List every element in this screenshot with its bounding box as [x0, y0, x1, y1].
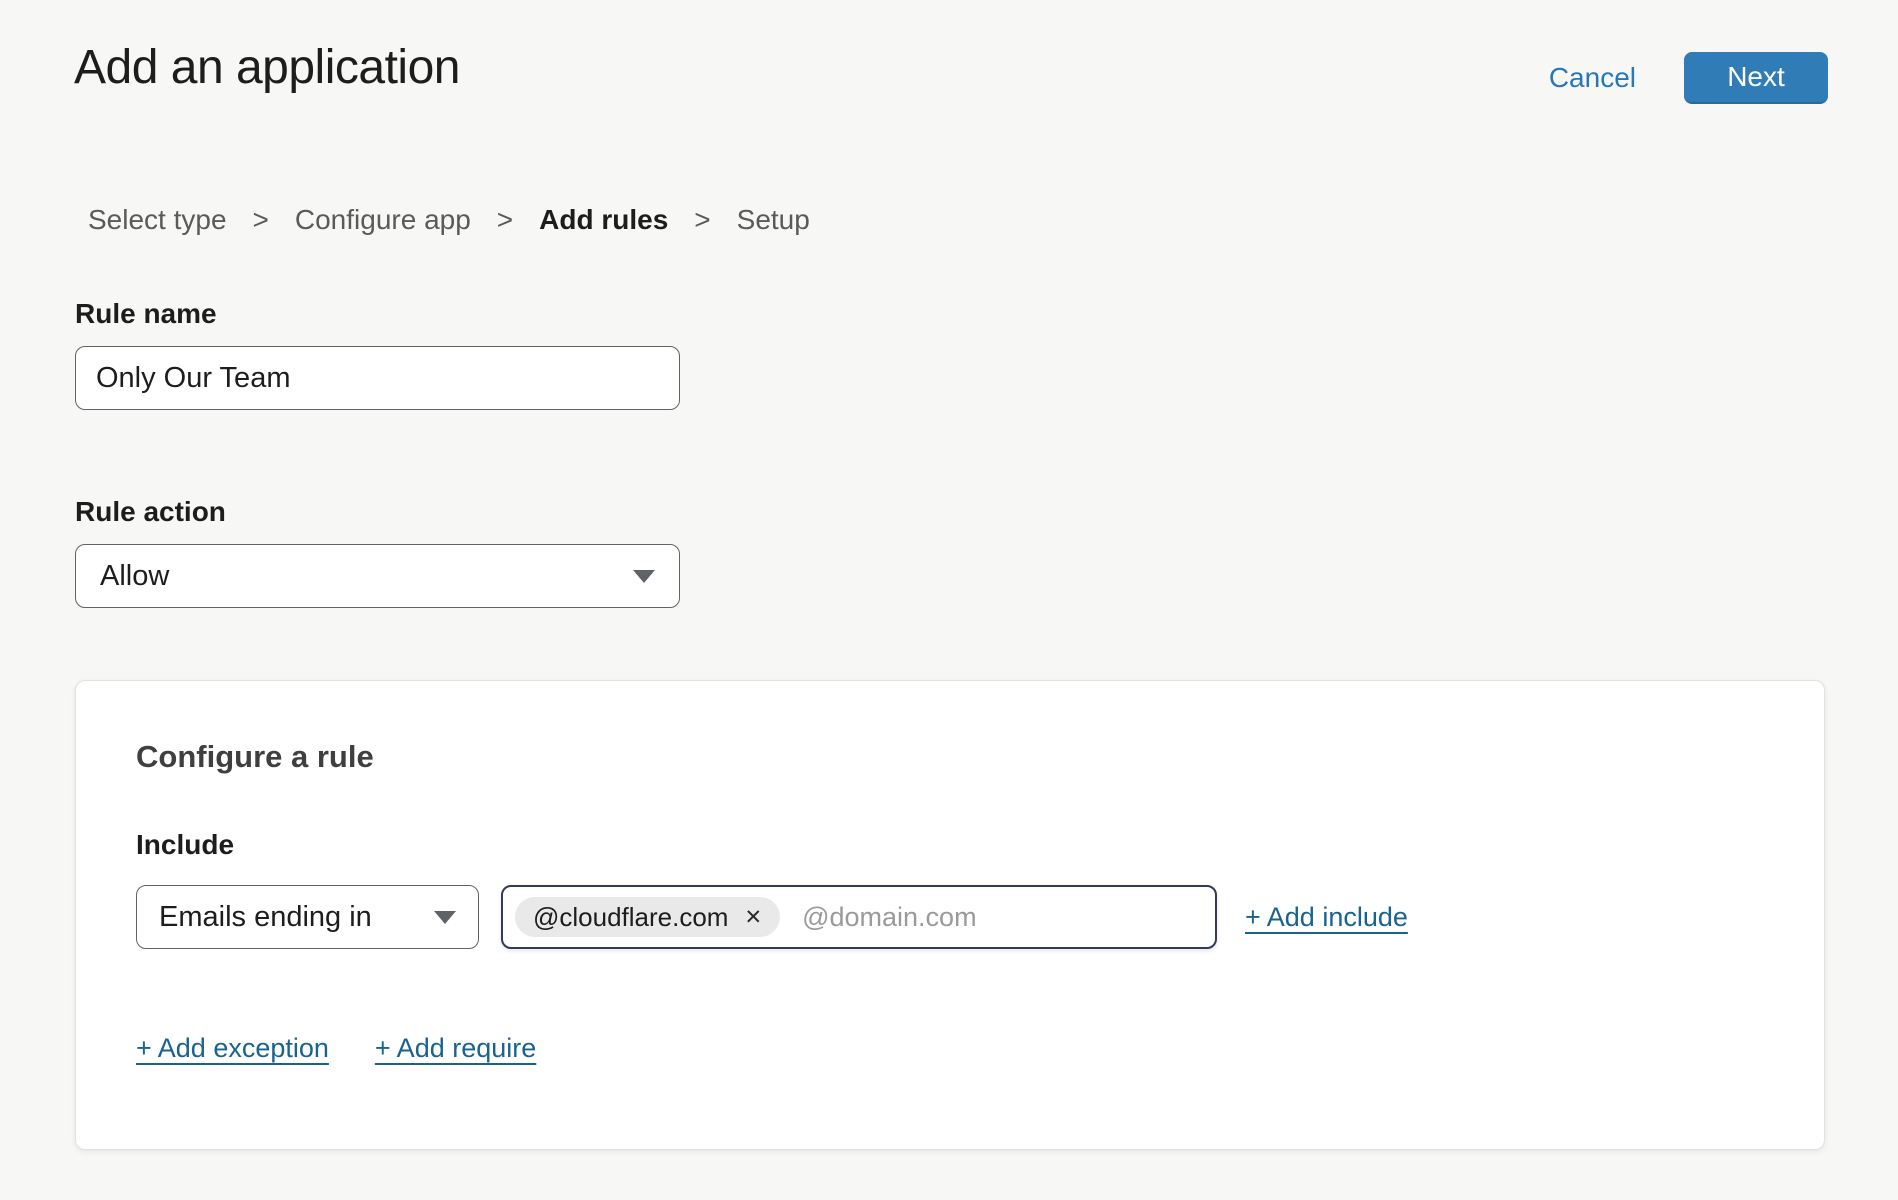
chevron-down-icon: [434, 911, 456, 924]
rule-action-select[interactable]: Allow: [75, 544, 680, 608]
header-actions: Cancel Next: [1549, 52, 1828, 104]
breadcrumb-step-add-rules: Add rules: [539, 204, 668, 236]
breadcrumb-separator: >: [694, 204, 710, 236]
include-selector-value: Emails ending in: [159, 901, 372, 934]
breadcrumb-separator: >: [253, 204, 269, 236]
breadcrumb: Select type > Configure app > Add rules …: [88, 204, 810, 236]
breadcrumb-step-configure-app[interactable]: Configure app: [295, 204, 471, 236]
rule-name-label: Rule name: [75, 298, 217, 330]
page-title: Add an application: [74, 40, 460, 95]
email-domain-tag-input[interactable]: @cloudflare.com ✕: [501, 885, 1217, 949]
add-application-page: Add an application Cancel Next Select ty…: [0, 0, 1898, 1200]
add-exception-link[interactable]: + Add exception: [136, 1033, 329, 1064]
email-domain-tag-label: @cloudflare.com: [533, 902, 728, 933]
include-selector-select[interactable]: Emails ending in: [136, 885, 479, 949]
breadcrumb-step-setup[interactable]: Setup: [737, 204, 810, 236]
add-require-link[interactable]: + Add require: [375, 1033, 536, 1064]
email-domain-tag: @cloudflare.com ✕: [515, 897, 780, 937]
chevron-down-icon: [633, 570, 655, 583]
rule-extra-links: + Add exception + Add require: [136, 1033, 536, 1064]
remove-tag-icon[interactable]: ✕: [744, 907, 762, 928]
rule-name-input[interactable]: [75, 346, 680, 410]
rule-action-label: Rule action: [75, 496, 226, 528]
rule-action-selected-value: Allow: [100, 560, 169, 593]
next-button[interactable]: Next: [1684, 52, 1828, 104]
include-rule-row: Emails ending in @cloudflare.com ✕ + Add…: [136, 885, 1408, 949]
breadcrumb-step-select-type[interactable]: Select type: [88, 204, 227, 236]
cancel-button[interactable]: Cancel: [1549, 62, 1636, 94]
add-include-link[interactable]: + Add include: [1245, 902, 1408, 933]
email-domain-entry-input[interactable]: [802, 902, 1203, 933]
breadcrumb-separator: >: [497, 204, 513, 236]
configure-rule-card: Configure a rule Include Emails ending i…: [75, 680, 1825, 1150]
configure-rule-title: Configure a rule: [136, 739, 374, 775]
include-label: Include: [136, 829, 234, 861]
